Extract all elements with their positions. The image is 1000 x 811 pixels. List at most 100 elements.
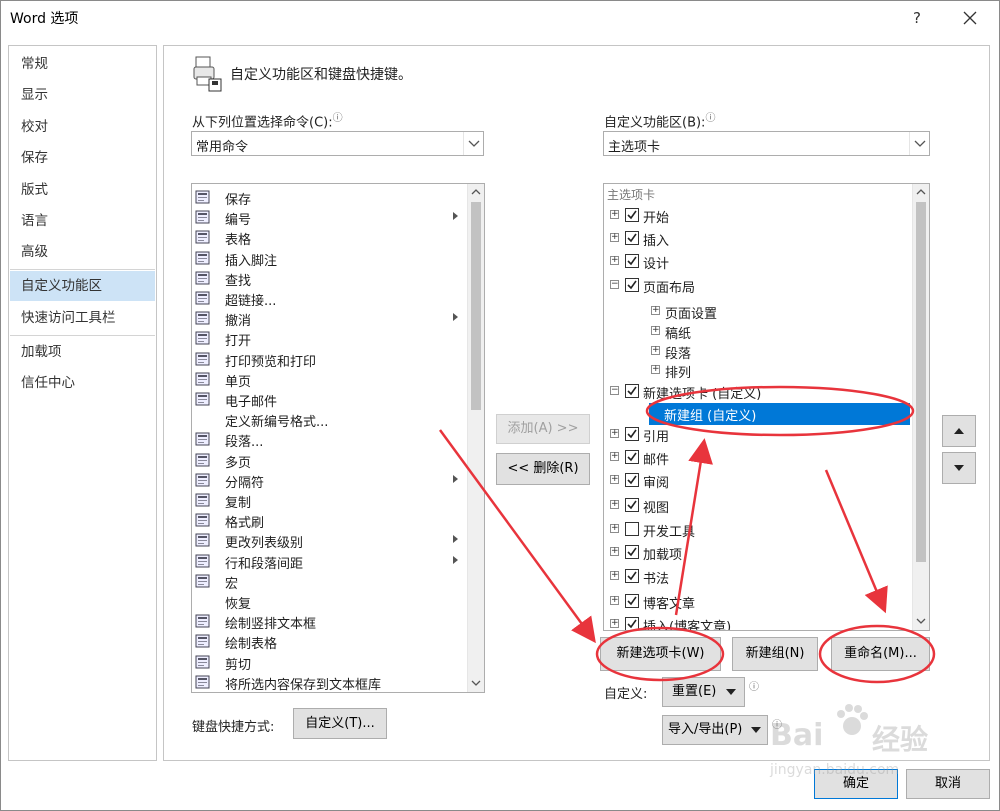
ribbon-tab-item[interactable]: + 视图 bbox=[604, 495, 910, 517]
ok-button[interactable]: 确定 bbox=[814, 769, 898, 799]
import-export-dropdown[interactable]: 导入/导出(P) bbox=[662, 715, 768, 745]
expand-icon[interactable]: + bbox=[610, 210, 619, 219]
expand-icon[interactable]: + bbox=[610, 596, 619, 605]
collapse-icon[interactable]: − bbox=[610, 280, 619, 289]
command-item[interactable]: 撤消 bbox=[195, 308, 458, 329]
move-up-button[interactable] bbox=[942, 415, 976, 447]
move-down-button[interactable] bbox=[942, 452, 976, 484]
commands-list[interactable]: 保存 编号 表格 插入脚注 查找 超链接... 撤消 打开 打印预览和打印 单页 电子邮件 定义新编号… bbox=[191, 183, 485, 693]
command-item[interactable]: 编号 bbox=[195, 207, 458, 228]
command-item[interactable]: 插入脚注 bbox=[195, 248, 450, 269]
command-item[interactable]: 超链接... bbox=[195, 288, 450, 309]
command-item[interactable]: 格式刷 bbox=[195, 510, 450, 531]
nav-item-trust-center[interactable]: 信任中心 bbox=[10, 368, 155, 398]
scroll-down-icon[interactable] bbox=[913, 613, 929, 629]
ribbon-tab-item[interactable]: + 插入 bbox=[604, 228, 910, 250]
help-button[interactable]: ? bbox=[905, 6, 929, 30]
ribbon-group-item[interactable]: + 稿纸 bbox=[604, 321, 910, 343]
collapse-icon[interactable]: − bbox=[610, 386, 619, 395]
command-item[interactable]: 查找 bbox=[195, 268, 450, 289]
ribbon-group-item[interactable]: + 页面设置 bbox=[604, 301, 910, 323]
command-item[interactable]: 行和段落间距 bbox=[195, 551, 458, 572]
nav-item-customize-ribbon[interactable]: 自定义功能区 bbox=[10, 271, 155, 301]
scroll-down-icon[interactable] bbox=[468, 675, 484, 691]
nav-item-quick-access[interactable]: 快速访问工具栏 bbox=[10, 303, 155, 333]
command-item[interactable]: 更改列表级别 bbox=[195, 530, 458, 551]
tab-checkbox[interactable] bbox=[625, 231, 639, 245]
add-button[interactable]: 添加(A) >> bbox=[496, 414, 590, 444]
expand-icon[interactable]: + bbox=[610, 571, 619, 580]
tab-checkbox[interactable] bbox=[625, 498, 639, 512]
command-item[interactable]: 定义新编号格式... bbox=[195, 409, 450, 430]
ribbon-tab-item[interactable]: + 开始 bbox=[604, 205, 910, 227]
command-item[interactable]: 绘制表格 bbox=[195, 631, 450, 652]
scroll-thumb[interactable] bbox=[916, 202, 926, 562]
nav-item-addins[interactable]: 加载项 bbox=[10, 337, 155, 367]
tab-checkbox[interactable] bbox=[625, 208, 639, 222]
ribbon-tab-item[interactable]: + 开发工具 bbox=[604, 519, 910, 541]
expand-icon[interactable]: + bbox=[610, 524, 619, 533]
remove-button[interactable]: << 删除(R) bbox=[496, 453, 590, 485]
ribbon-tab-item[interactable]: + 插入(博客文章) bbox=[604, 614, 910, 630]
expand-icon[interactable]: + bbox=[610, 475, 619, 484]
tab-checkbox[interactable] bbox=[625, 522, 639, 536]
ribbon-tab-item[interactable]: + 审阅 bbox=[604, 470, 910, 492]
scroll-up-icon[interactable] bbox=[468, 184, 484, 200]
command-item[interactable]: 宏 bbox=[195, 571, 450, 592]
command-item[interactable]: 复制 bbox=[195, 490, 450, 511]
tab-checkbox[interactable] bbox=[625, 427, 639, 441]
expand-icon[interactable]: + bbox=[651, 326, 660, 335]
nav-item-language[interactable]: 语言 bbox=[10, 206, 155, 236]
ribbon-tab-item[interactable]: + 引用 bbox=[604, 424, 910, 446]
expand-icon[interactable]: + bbox=[610, 547, 619, 556]
keyboard-customize-button[interactable]: 自定义(T)... bbox=[293, 708, 387, 739]
ribbon-tab-item[interactable]: + 博客文章 bbox=[604, 591, 910, 613]
tab-checkbox[interactable] bbox=[625, 450, 639, 464]
command-item[interactable]: 打印预览和打印 bbox=[195, 349, 450, 370]
nav-item-advanced[interactable]: 高级 bbox=[10, 237, 155, 267]
tab-checkbox[interactable] bbox=[625, 594, 639, 608]
nav-item-proofing[interactable]: 校对 bbox=[10, 112, 155, 142]
tab-checkbox[interactable] bbox=[625, 384, 639, 398]
new-group-button[interactable]: 新建组(N) bbox=[732, 637, 818, 671]
command-item[interactable]: 分隔符 bbox=[195, 470, 458, 491]
chevron-down-icon[interactable] bbox=[463, 132, 483, 155]
nav-item-layout[interactable]: 版式 bbox=[10, 175, 155, 205]
tab-checkbox[interactable] bbox=[625, 545, 639, 559]
nav-item-display[interactable]: 显示 bbox=[10, 80, 155, 110]
nav-item-general[interactable]: 常规 bbox=[10, 49, 155, 79]
tab-checkbox[interactable] bbox=[625, 617, 639, 630]
ribbon-group-item[interactable]: + 排列 bbox=[604, 360, 910, 382]
command-item[interactable]: 电子邮件 bbox=[195, 389, 450, 410]
reset-dropdown[interactable]: 重置(E) bbox=[662, 677, 745, 707]
expand-icon[interactable]: + bbox=[610, 429, 619, 438]
ribbon-tab-item[interactable]: − 页面布局 bbox=[604, 275, 910, 297]
ribbon-tab-item[interactable]: + 加载项 bbox=[604, 542, 910, 564]
scroll-up-icon[interactable] bbox=[913, 184, 929, 200]
command-item[interactable]: 多页 bbox=[195, 450, 450, 471]
tab-checkbox[interactable] bbox=[625, 254, 639, 268]
ribbon-tree[interactable]: 主选项卡 + 开始 + 插入 + 设计 − 页面布局 + 页面设置 + 稿纸 + 段落 + 排列 − 新建选项卡 … bbox=[603, 183, 930, 631]
ribbon-scrollbar[interactable] bbox=[912, 184, 929, 630]
rename-button[interactable]: 重命名(M)... bbox=[831, 637, 930, 671]
new-tab-button[interactable]: 新建选项卡(W) bbox=[600, 637, 721, 671]
command-item[interactable]: 恢复 bbox=[195, 591, 450, 612]
expand-icon[interactable]: + bbox=[651, 346, 660, 355]
command-item[interactable]: 段落... bbox=[195, 429, 450, 450]
nav-item-save[interactable]: 保存 bbox=[10, 143, 155, 173]
tab-checkbox[interactable] bbox=[625, 569, 639, 583]
expand-icon[interactable]: + bbox=[610, 256, 619, 265]
close-button[interactable] bbox=[954, 4, 986, 32]
ribbon-tab-item[interactable]: − 新建选项卡 (自定义) bbox=[604, 381, 910, 403]
expand-icon[interactable]: + bbox=[610, 233, 619, 242]
cancel-button[interactable]: 取消 bbox=[906, 769, 990, 799]
command-item[interactable]: 表格 bbox=[195, 227, 450, 248]
ribbon-select[interactable]: 主选项卡 bbox=[603, 131, 930, 156]
ribbon-tab-item[interactable]: + 书法 bbox=[604, 566, 910, 588]
command-item[interactable]: 单页 bbox=[195, 369, 450, 390]
tab-checkbox[interactable] bbox=[625, 473, 639, 487]
ribbon-tab-item[interactable]: + 邮件 bbox=[604, 447, 910, 469]
expand-icon[interactable]: + bbox=[651, 306, 660, 315]
command-item[interactable]: 绘制竖排文本框 bbox=[195, 611, 450, 632]
ribbon-tab-item[interactable]: + 设计 bbox=[604, 251, 910, 273]
